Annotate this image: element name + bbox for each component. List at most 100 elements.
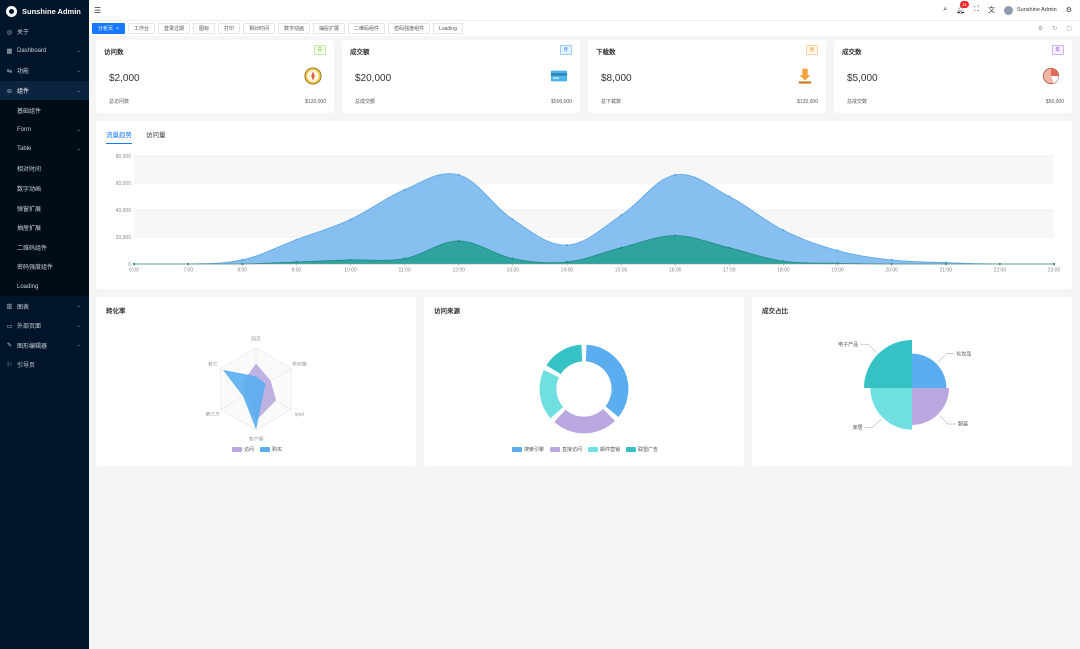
donut-slice bbox=[544, 343, 584, 376]
stat-total: $120,000 bbox=[305, 99, 326, 105]
x-tick-label: 23:00 bbox=[1048, 268, 1061, 274]
page-tab[interactable]: 密码强度组件 bbox=[388, 23, 431, 34]
stat-period-badge: 年 bbox=[1051, 45, 1064, 55]
page-tab[interactable]: 登录过期 bbox=[157, 23, 190, 34]
grid-band bbox=[134, 210, 1054, 237]
user-name: Sunshine Admin bbox=[1016, 7, 1057, 13]
page-tab-label: Loading bbox=[439, 25, 457, 32]
tab-settings-icon[interactable]: ⚙ bbox=[1038, 25, 1043, 32]
settings-gear-icon[interactable]: ⚙ bbox=[1066, 6, 1072, 14]
data-point bbox=[295, 238, 298, 241]
page-tab-label: 工作台 bbox=[133, 26, 149, 32]
x-tick-label: 8:00 bbox=[237, 268, 247, 274]
rose-label-line bbox=[939, 415, 957, 425]
page-tab[interactable]: 打印 bbox=[217, 23, 240, 34]
data-point bbox=[457, 173, 460, 176]
sidebar-item[interactable]: 二维码组件 bbox=[0, 237, 89, 258]
sidebar-item[interactable]: ▭ 外部页面 ⌄ bbox=[0, 316, 89, 336]
conversion-card: 转化率 网页 移动端 Ipad 客户端 第三方 其它 访问 购买 bbox=[96, 297, 416, 466]
rose-label: 服装 bbox=[958, 421, 968, 428]
data-point bbox=[836, 249, 839, 252]
sidebar-item[interactable]: Loading bbox=[0, 276, 89, 297]
sidebar-item[interactable]: ⇆ 功能 ⌄ bbox=[0, 61, 89, 81]
sidebar-item-label: 图形编辑器 bbox=[17, 343, 48, 350]
sidebar-item[interactable]: ⚐ 引导页 bbox=[0, 355, 89, 375]
sidebar-item[interactable]: Form ⌄ bbox=[0, 119, 89, 140]
sidebar-item[interactable]: 数字动画 bbox=[0, 178, 89, 199]
sidebar-item-label: 弹窗扩展 bbox=[17, 206, 42, 213]
x-tick-label: 20:00 bbox=[885, 268, 898, 274]
rose-label-line bbox=[864, 418, 882, 428]
avatar bbox=[1003, 5, 1013, 15]
x-tick-label: 9:00 bbox=[291, 268, 301, 274]
data-point bbox=[674, 234, 677, 237]
source-card: 访问来源 搜索引擎 直接访问 邮件营销 联盟广告 bbox=[424, 297, 744, 466]
stat-card: 下载数 周 $8,000 总下载数 $120,000 bbox=[588, 40, 826, 113]
sidebar-item[interactable]: ▥ 图表 ⌄ bbox=[0, 296, 89, 316]
page-tab[interactable]: 相对时间 bbox=[243, 23, 276, 34]
legend-label: 邮件营销 bbox=[600, 446, 620, 453]
sidebar-item[interactable]: 基础组件 bbox=[0, 100, 89, 120]
sidebar-item[interactable]: ⊜ 组件 ⌄ bbox=[0, 80, 89, 101]
page-tab[interactable]: Loading bbox=[433, 23, 463, 34]
header-actions: ⌕ 🔔︎ 11 ⛶ 文 Sunshine Admin ⚙ bbox=[943, 0, 1072, 20]
data-point bbox=[403, 257, 406, 260]
sidebar-item[interactable]: 弹窗扩展 bbox=[0, 198, 89, 218]
page-tab-label: 登录过期 bbox=[163, 26, 184, 32]
x-tick-label: 10:00 bbox=[344, 268, 357, 274]
x-tick-label: 15:00 bbox=[615, 268, 628, 274]
fullscreen-icon[interactable]: ⛶ bbox=[974, 6, 979, 14]
editor-icon: ✎ bbox=[6, 342, 13, 350]
translate-icon[interactable]: 文 bbox=[988, 5, 995, 15]
conversion-radar-chart: 网页移动端 Ipad 客户端 第三方 其它访问 购买 bbox=[205, 337, 306, 454]
chevron-down-icon: ⌄ bbox=[76, 303, 81, 310]
sidebar-item[interactable]: 密码强度组件 bbox=[0, 257, 89, 277]
page-tab[interactable]: 数字动画 bbox=[278, 23, 311, 34]
sidebar-item[interactable]: 相对时间 bbox=[0, 159, 89, 179]
legend-label: 直接访问 bbox=[562, 446, 582, 453]
sidebar-item-label: 相对时间 bbox=[17, 167, 42, 174]
data-point bbox=[782, 260, 785, 263]
stat-card: 成交额 月 $20,000 总成交额 $500,000 bbox=[342, 40, 580, 113]
compass-icon bbox=[304, 67, 322, 85]
stat-total: $50,000 bbox=[1045, 99, 1064, 105]
page-tab[interactable]: 图标 bbox=[192, 23, 215, 34]
traffic-card: 流量趋势 访问量 0 20,000 40,000 60,000 80,000 6:00 7:… bbox=[96, 121, 1072, 289]
legend-swatch bbox=[232, 447, 242, 452]
sidebar-item-label: 引导页 bbox=[17, 363, 36, 370]
legend-label: 购买 bbox=[272, 446, 282, 453]
logo[interactable]: Sunshine Admin bbox=[0, 0, 89, 22]
sidebar-item[interactable]: ▦ Dashboard ⌄ bbox=[0, 42, 89, 62]
stat-total: $120,000 bbox=[797, 99, 818, 105]
page-tab[interactable]: 工作台 bbox=[127, 23, 155, 34]
page-tab[interactable]: 二维码组件 bbox=[348, 23, 386, 34]
sidebar-item[interactable]: Table ⌄ bbox=[0, 139, 89, 160]
page-tab-label: 密码强度组件 bbox=[394, 26, 425, 32]
refresh-icon[interactable]: ↻ bbox=[1052, 25, 1057, 32]
sidebar-item[interactable]: ✎ 图形编辑器 ⌄ bbox=[0, 336, 89, 356]
rose-label: 化妆品 bbox=[956, 350, 971, 357]
stat-period-badge: 日 bbox=[313, 45, 326, 55]
x-tick-label: 21:00 bbox=[940, 268, 953, 274]
menu-toggle-icon[interactable]: ☰ bbox=[94, 6, 101, 15]
page-tab[interactable]: 分析页 × bbox=[92, 23, 125, 34]
sidebar-menu: ◎ 关于 ▦ Dashboard ⌄ ⇆ 功能 ⌄ ⊜ 组件 ⌄ 基础组件 Form ⌄ Table ⌄ 相对时… bbox=[0, 22, 89, 375]
legend-swatch bbox=[550, 447, 560, 452]
stat-foot-label: 总下载数 bbox=[601, 99, 622, 105]
tab-menu-icon[interactable]: ▢ bbox=[1066, 25, 1072, 32]
page-tab[interactable]: 抽屉扩展 bbox=[313, 23, 346, 34]
notification-bell-icon[interactable]: 🔔︎ 11 bbox=[956, 1, 969, 14]
close-icon[interactable]: × bbox=[116, 26, 119, 32]
page-tab-label: 数字动画 bbox=[284, 26, 305, 32]
sidebar-item-label: Table bbox=[17, 146, 32, 153]
sidebar-item[interactable]: 抽屉扩展 bbox=[0, 217, 89, 238]
sidebar-item-label: 抽屉扩展 bbox=[17, 226, 42, 233]
chevron-down-icon: ⌄ bbox=[76, 322, 81, 329]
search-icon[interactable]: ⌕ bbox=[943, 6, 947, 14]
sidebar-item[interactable]: ◎ 关于 bbox=[0, 22, 89, 42]
grid-band bbox=[134, 156, 1054, 183]
stat-foot-label: 总访问数 bbox=[109, 99, 130, 105]
user-menu[interactable]: Sunshine Admin bbox=[1003, 5, 1057, 15]
stat-card: 访问数 日 $2,000 总访问数 $120,000 bbox=[96, 40, 334, 113]
about-icon: ◎ bbox=[6, 28, 13, 36]
